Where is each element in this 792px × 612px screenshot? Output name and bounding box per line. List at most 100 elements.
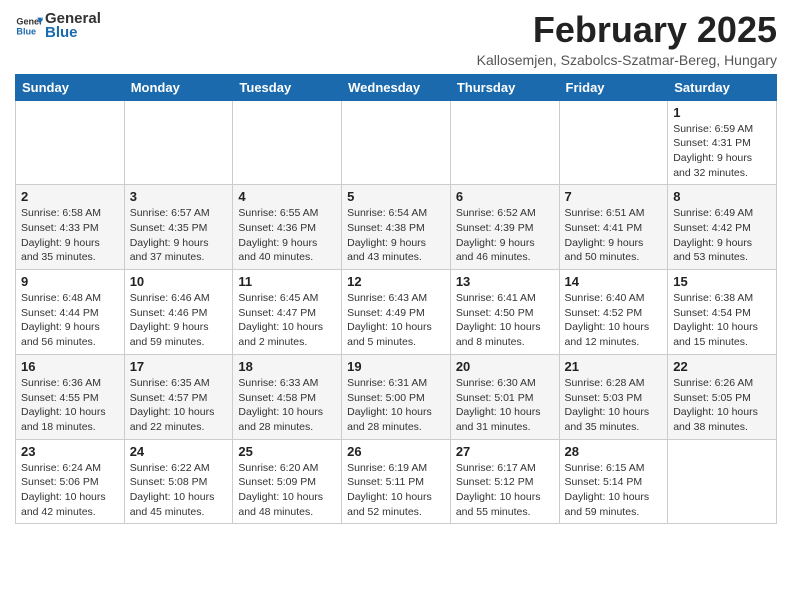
day-info: Sunrise: 6:45 AM Sunset: 4:47 PM Dayligh… xyxy=(238,291,336,350)
day-info: Sunrise: 6:49 AM Sunset: 4:42 PM Dayligh… xyxy=(673,206,771,265)
calendar-cell xyxy=(124,100,233,185)
calendar-cell: 27 Sunrise: 6:17 AM Sunset: 5:12 PM Dayli… xyxy=(450,439,559,524)
day-number: 28 xyxy=(565,444,663,459)
day-info: Sunrise: 6:19 AM Sunset: 5:11 PM Dayligh… xyxy=(347,461,445,520)
day-number: 22 xyxy=(673,359,771,374)
day-number: 14 xyxy=(565,274,663,289)
calendar-cell: 1Sunrise: 6:59 AM Sunset: 4:31 PM Daylig… xyxy=(668,100,777,185)
day-number: 25 xyxy=(238,444,336,459)
day-info: Sunrise: 6:54 AM Sunset: 4:38 PM Dayligh… xyxy=(347,206,445,265)
day-number: 15 xyxy=(673,274,771,289)
svg-text:Blue: Blue xyxy=(16,26,36,36)
calendar-cell: 18 Sunrise: 6:33 AM Sunset: 4:58 PM Dayli… xyxy=(233,354,342,439)
day-info: Sunrise: 6:40 AM Sunset: 4:52 PM Dayligh… xyxy=(565,291,663,350)
calendar-cell: 8 Sunrise: 6:49 AM Sunset: 4:42 PM Daylig… xyxy=(668,185,777,270)
day-number: 2 xyxy=(21,189,119,204)
month-title: February 2025 xyxy=(477,10,777,50)
day-number: 27 xyxy=(456,444,554,459)
calendar-cell: 12 Sunrise: 6:43 AM Sunset: 4:49 PM Dayli… xyxy=(342,270,451,355)
calendar-week-4: 16 Sunrise: 6:36 AM Sunset: 4:55 PM Dayli… xyxy=(16,354,777,439)
day-number: 3 xyxy=(130,189,228,204)
calendar-cell xyxy=(450,100,559,185)
day-number: 18 xyxy=(238,359,336,374)
day-info: Sunrise: 6:48 AM Sunset: 4:44 PM Dayligh… xyxy=(21,291,119,350)
calendar-week-3: 9 Sunrise: 6:48 AM Sunset: 4:44 PM Daylig… xyxy=(16,270,777,355)
day-number: 23 xyxy=(21,444,119,459)
day-info: Sunrise: 6:26 AM Sunset: 5:05 PM Dayligh… xyxy=(673,376,771,435)
day-number: 16 xyxy=(21,359,119,374)
calendar-cell: 25 Sunrise: 6:20 AM Sunset: 5:09 PM Dayli… xyxy=(233,439,342,524)
calendar-cell xyxy=(233,100,342,185)
day-info: Sunrise: 6:31 AM Sunset: 5:00 PM Dayligh… xyxy=(347,376,445,435)
day-number: 6 xyxy=(456,189,554,204)
day-info: Sunrise: 6:46 AM Sunset: 4:46 PM Dayligh… xyxy=(130,291,228,350)
calendar-cell: 11 Sunrise: 6:45 AM Sunset: 4:47 PM Dayli… xyxy=(233,270,342,355)
weekday-header-sunday: Sunday xyxy=(16,74,125,100)
logo: General Blue General Blue xyxy=(15,10,101,42)
weekday-header-tuesday: Tuesday xyxy=(233,74,342,100)
day-info: Sunrise: 6:36 AM Sunset: 4:55 PM Dayligh… xyxy=(21,376,119,435)
calendar-table: SundayMondayTuesdayWednesdayThursdayFrid… xyxy=(15,74,777,525)
day-number: 7 xyxy=(565,189,663,204)
calendar-cell: 20 Sunrise: 6:30 AM Sunset: 5:01 PM Dayli… xyxy=(450,354,559,439)
calendar-cell xyxy=(668,439,777,524)
day-info: Sunrise: 6:30 AM Sunset: 5:01 PM Dayligh… xyxy=(456,376,554,435)
day-number: 10 xyxy=(130,274,228,289)
day-info: Sunrise: 6:15 AM Sunset: 5:14 PM Dayligh… xyxy=(565,461,663,520)
calendar-cell xyxy=(342,100,451,185)
day-number: 21 xyxy=(565,359,663,374)
calendar-cell: 4Sunrise: 6:55 AM Sunset: 4:36 PM Daylig… xyxy=(233,185,342,270)
calendar-cell: 21 Sunrise: 6:28 AM Sunset: 5:03 PM Dayli… xyxy=(559,354,668,439)
day-number: 13 xyxy=(456,274,554,289)
header: General Blue General Blue February 2025 … xyxy=(15,10,777,68)
calendar-week-1: 1Sunrise: 6:59 AM Sunset: 4:31 PM Daylig… xyxy=(16,100,777,185)
day-number: 26 xyxy=(347,444,445,459)
calendar-cell xyxy=(16,100,125,185)
day-number: 24 xyxy=(130,444,228,459)
calendar-cell: 24 Sunrise: 6:22 AM Sunset: 5:08 PM Dayli… xyxy=(124,439,233,524)
day-number: 9 xyxy=(21,274,119,289)
day-number: 8 xyxy=(673,189,771,204)
day-number: 5 xyxy=(347,189,445,204)
day-info: Sunrise: 6:58 AM Sunset: 4:33 PM Dayligh… xyxy=(21,206,119,265)
day-info: Sunrise: 6:52 AM Sunset: 4:39 PM Dayligh… xyxy=(456,206,554,265)
calendar-cell: 16 Sunrise: 6:36 AM Sunset: 4:55 PM Dayli… xyxy=(16,354,125,439)
calendar-cell: 17 Sunrise: 6:35 AM Sunset: 4:57 PM Dayli… xyxy=(124,354,233,439)
day-number: 17 xyxy=(130,359,228,374)
day-info: Sunrise: 6:33 AM Sunset: 4:58 PM Dayligh… xyxy=(238,376,336,435)
day-number: 19 xyxy=(347,359,445,374)
calendar-cell: 5 Sunrise: 6:54 AM Sunset: 4:38 PM Daylig… xyxy=(342,185,451,270)
calendar-week-5: 23 Sunrise: 6:24 AM Sunset: 5:06 PM Dayli… xyxy=(16,439,777,524)
weekday-header-wednesday: Wednesday xyxy=(342,74,451,100)
day-info: Sunrise: 6:35 AM Sunset: 4:57 PM Dayligh… xyxy=(130,376,228,435)
calendar-cell: 23 Sunrise: 6:24 AM Sunset: 5:06 PM Dayli… xyxy=(16,439,125,524)
day-info: Sunrise: 6:28 AM Sunset: 5:03 PM Dayligh… xyxy=(565,376,663,435)
page: General Blue General Blue February 2025 … xyxy=(0,0,792,534)
calendar-cell: 7Sunrise: 6:51 AM Sunset: 4:41 PM Daylig… xyxy=(559,185,668,270)
calendar-cell xyxy=(559,100,668,185)
title-area: February 2025 Kallosemjen, Szabolcs-Szat… xyxy=(477,10,777,68)
day-info: Sunrise: 6:38 AM Sunset: 4:54 PM Dayligh… xyxy=(673,291,771,350)
location: Kallosemjen, Szabolcs-Szatmar-Bereg, Hun… xyxy=(477,52,777,68)
weekday-header-thursday: Thursday xyxy=(450,74,559,100)
day-info: Sunrise: 6:22 AM Sunset: 5:08 PM Dayligh… xyxy=(130,461,228,520)
day-number: 11 xyxy=(238,274,336,289)
day-info: Sunrise: 6:41 AM Sunset: 4:50 PM Dayligh… xyxy=(456,291,554,350)
day-number: 12 xyxy=(347,274,445,289)
day-info: Sunrise: 6:59 AM Sunset: 4:31 PM Dayligh… xyxy=(673,122,771,181)
weekday-header-monday: Monday xyxy=(124,74,233,100)
calendar-cell: 10 Sunrise: 6:46 AM Sunset: 4:46 PM Dayli… xyxy=(124,270,233,355)
calendar-cell: 3Sunrise: 6:57 AM Sunset: 4:35 PM Daylig… xyxy=(124,185,233,270)
day-info: Sunrise: 6:43 AM Sunset: 4:49 PM Dayligh… xyxy=(347,291,445,350)
day-info: Sunrise: 6:20 AM Sunset: 5:09 PM Dayligh… xyxy=(238,461,336,520)
day-info: Sunrise: 6:24 AM Sunset: 5:06 PM Dayligh… xyxy=(21,461,119,520)
calendar-cell: 28 Sunrise: 6:15 AM Sunset: 5:14 PM Dayli… xyxy=(559,439,668,524)
calendar-cell: 22 Sunrise: 6:26 AM Sunset: 5:05 PM Dayli… xyxy=(668,354,777,439)
calendar-cell: 6 Sunrise: 6:52 AM Sunset: 4:39 PM Daylig… xyxy=(450,185,559,270)
calendar-cell: 13 Sunrise: 6:41 AM Sunset: 4:50 PM Dayli… xyxy=(450,270,559,355)
calendar-cell: 26 Sunrise: 6:19 AM Sunset: 5:11 PM Dayli… xyxy=(342,439,451,524)
day-info: Sunrise: 6:17 AM Sunset: 5:12 PM Dayligh… xyxy=(456,461,554,520)
weekday-header-row: SundayMondayTuesdayWednesdayThursdayFrid… xyxy=(16,74,777,100)
calendar-cell: 19 Sunrise: 6:31 AM Sunset: 5:00 PM Dayli… xyxy=(342,354,451,439)
day-number: 20 xyxy=(456,359,554,374)
